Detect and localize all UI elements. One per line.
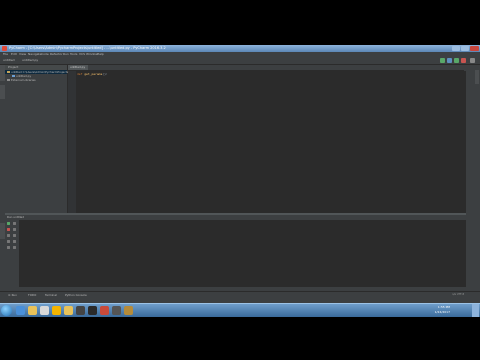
app2-taskbar-icon[interactable] bbox=[100, 306, 109, 315]
windows-taskbar: 1:55 PM 1/24/2017 bbox=[0, 303, 480, 317]
code-line-1[interactable]: def get_params(): bbox=[77, 72, 108, 76]
window-title-bar: PyCharm - [C:\Users\Admin\PycharmProject… bbox=[0, 45, 480, 52]
close-run-icon[interactable] bbox=[13, 246, 16, 249]
restore-layout-icon[interactable] bbox=[7, 240, 10, 243]
maximize-button[interactable] bbox=[461, 46, 469, 51]
windows-start-icon[interactable] bbox=[1, 305, 12, 316]
run-panel-header: Run untitled bbox=[5, 215, 466, 220]
window-title: PyCharm - [C:\Users\Admin\PycharmProject… bbox=[9, 46, 166, 50]
navigation-bar: untitled untitled.py bbox=[0, 57, 480, 65]
pin-tab-icon[interactable] bbox=[7, 246, 10, 249]
clear-all-icon[interactable] bbox=[13, 240, 16, 243]
editor-tab-file[interactable]: untitled.py bbox=[68, 65, 88, 70]
print-icon[interactable] bbox=[13, 234, 16, 237]
library-icon bbox=[7, 78, 10, 82]
pycharm-app-icon bbox=[2, 46, 7, 51]
tab-run[interactable]: 4: Run bbox=[8, 292, 17, 298]
run-tool-window: Run untitled bbox=[5, 213, 466, 289]
tab-todo[interactable]: TODO bbox=[28, 292, 36, 298]
tab-terminal[interactable]: Terminal bbox=[45, 292, 57, 298]
status-encoding[interactable]: n/a UTF-8 bbox=[452, 292, 464, 297]
line-number-gutter bbox=[68, 71, 76, 213]
search-everywhere-icon[interactable] bbox=[470, 58, 475, 63]
breadcrumb-project[interactable]: untitled bbox=[3, 57, 15, 64]
debug-icon[interactable] bbox=[447, 58, 452, 63]
run-icon[interactable] bbox=[440, 58, 445, 63]
chrome-icon[interactable] bbox=[52, 306, 61, 315]
code-editor[interactable]: def get_params(): bbox=[76, 71, 466, 213]
run-toolbar bbox=[5, 220, 19, 289]
app3-taskbar-icon[interactable] bbox=[112, 306, 121, 315]
coverage-icon[interactable] bbox=[454, 58, 459, 63]
python-file-icon bbox=[12, 74, 15, 78]
project-panel: Project untitled C:\Users\Admin\PycharmP… bbox=[5, 65, 80, 213]
tree-item-external-libraries[interactable]: External Libraries bbox=[5, 78, 67, 82]
right-tool-strip bbox=[466, 65, 480, 213]
rerun-icon[interactable] bbox=[7, 222, 10, 225]
stop-icon[interactable] bbox=[461, 58, 466, 63]
bottom-tool-tabs: 4: Run TODO Terminal Python Console n/a … bbox=[0, 291, 480, 298]
explorer-icon[interactable] bbox=[28, 306, 37, 315]
app-taskbar-icon[interactable] bbox=[76, 306, 85, 315]
scroll-to-end-icon[interactable] bbox=[13, 222, 16, 225]
pycharm-taskbar-icon[interactable] bbox=[88, 306, 97, 315]
tab-python-console[interactable]: Python Console bbox=[65, 292, 87, 298]
show-desktop-button[interactable] bbox=[472, 304, 479, 317]
breadcrumb-file[interactable]: untitled.py bbox=[22, 57, 38, 64]
app4-taskbar-icon[interactable] bbox=[124, 306, 133, 315]
ide-window: File Edit View Navigate Code Refactor Ru… bbox=[0, 52, 480, 303]
minimize-button[interactable] bbox=[452, 46, 460, 51]
folder-taskbar-icon[interactable] bbox=[64, 306, 73, 315]
close-button[interactable] bbox=[470, 46, 479, 51]
stop-run-icon[interactable] bbox=[7, 228, 10, 231]
soft-wrap-icon[interactable] bbox=[13, 228, 16, 231]
folder-icon bbox=[7, 70, 10, 74]
media-player-icon[interactable] bbox=[40, 306, 49, 315]
ie-icon[interactable] bbox=[16, 306, 25, 315]
database-tool-tab[interactable] bbox=[475, 70, 479, 84]
pause-icon[interactable] bbox=[7, 234, 10, 237]
tray-date[interactable]: 1/24/2017 bbox=[428, 310, 450, 316]
